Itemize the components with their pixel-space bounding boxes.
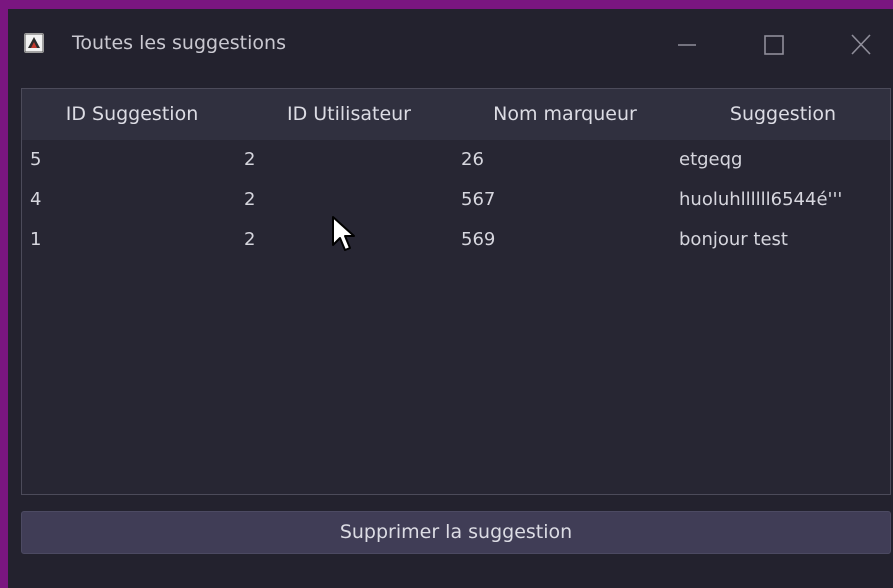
column-header-id-utilisateur[interactable]: ID Utilisateur (242, 103, 456, 125)
cell-id-suggestion: 4 (30, 189, 42, 210)
table-row[interactable]: 1 2 569 bonjour test (22, 221, 890, 261)
suggestions-table[interactable]: ID Suggestion ID Utilisateur Nom marqueu… (21, 88, 891, 495)
minimize-icon (678, 44, 696, 46)
cell-nom-marqueur: 26 (461, 149, 484, 170)
close-icon (851, 34, 871, 55)
table-row[interactable]: 5 2 26 etgeqg (22, 141, 890, 181)
maximize-icon (764, 35, 784, 55)
column-header-id-suggestion[interactable]: ID Suggestion (22, 103, 242, 125)
mouse-cursor-icon (332, 216, 355, 251)
cell-suggestion: etgeqg (679, 149, 743, 170)
app-icon (24, 33, 44, 53)
cell-nom-marqueur: 567 (461, 189, 496, 210)
title-bar[interactable]: Toutes les suggestions (8, 9, 893, 81)
window-title: Toutes les suggestions (72, 32, 286, 54)
cell-id-utilisateur: 2 (244, 149, 256, 170)
column-header-nom-marqueur[interactable]: Nom marqueur (456, 103, 674, 125)
cell-id-suggestion: 1 (30, 229, 42, 250)
cell-nom-marqueur: 569 (461, 229, 496, 250)
cell-suggestion: huoluhllllll6544é''' (679, 189, 843, 210)
cell-id-utilisateur: 2 (244, 189, 256, 210)
minimize-button[interactable] (666, 27, 706, 63)
cell-suggestion: bonjour test (679, 229, 788, 250)
close-button[interactable] (841, 27, 881, 63)
column-header-suggestion[interactable]: Suggestion (674, 103, 892, 125)
cell-id-suggestion: 5 (30, 149, 42, 170)
delete-suggestion-button[interactable]: Supprimer la suggestion (21, 511, 891, 554)
maximize-button[interactable] (754, 27, 794, 63)
table-row[interactable]: 4 2 567 huoluhllllll6544é''' (22, 181, 890, 221)
table-header: ID Suggestion ID Utilisateur Nom marqueu… (22, 89, 890, 140)
suggestions-window: Toutes les suggestions ID Suggestion ID … (8, 9, 893, 588)
